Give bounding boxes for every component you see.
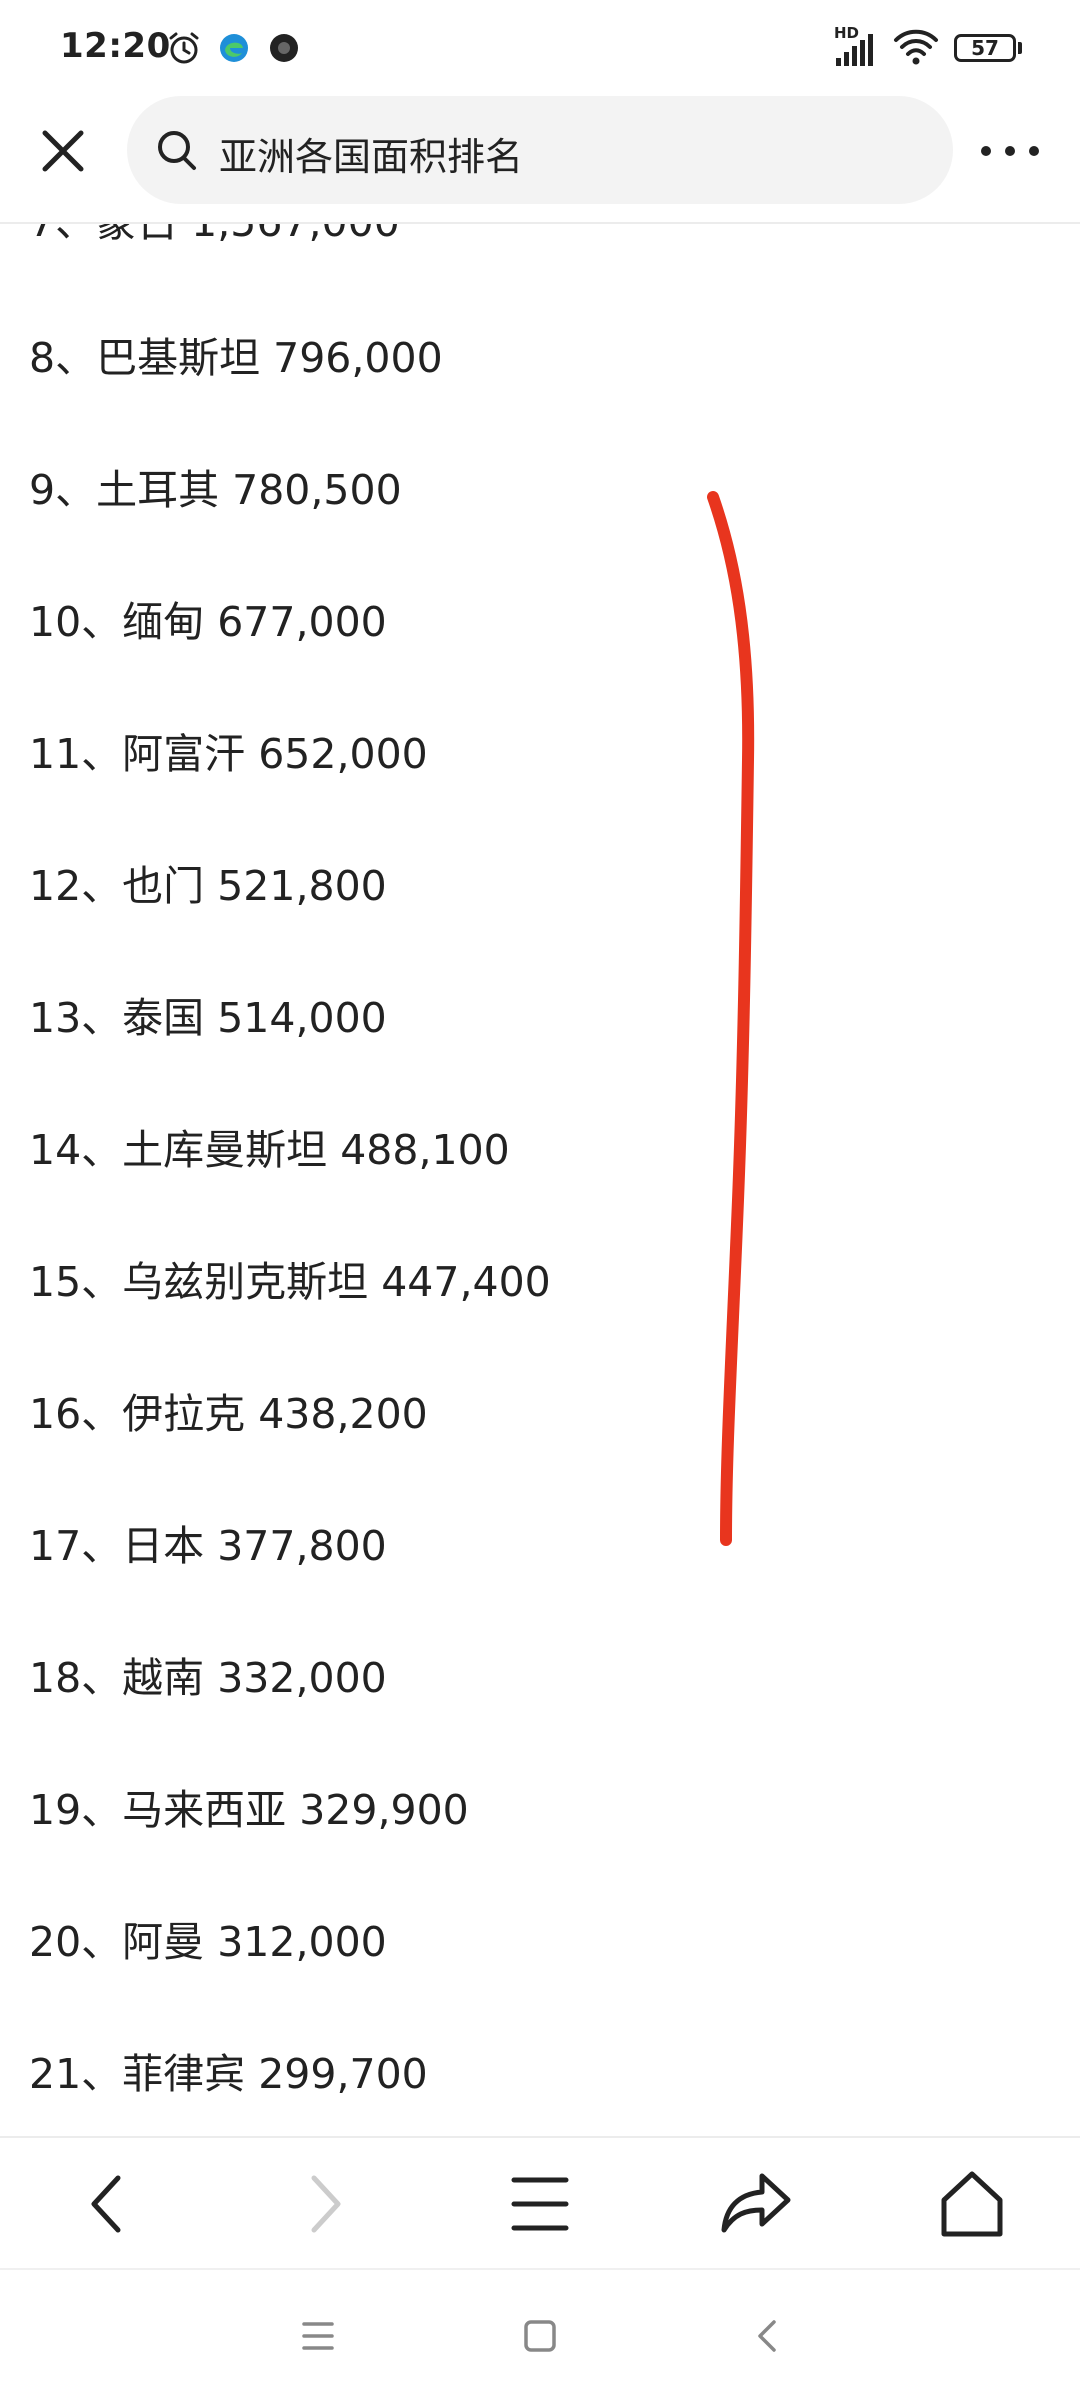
list-item: 21、菲律宾 299,700 [29, 2050, 428, 2098]
forward-button[interactable] [286, 2166, 362, 2242]
back-triangle-icon [758, 2320, 776, 2352]
list-item: 12、也门 521,800 [29, 862, 387, 910]
more-icon [981, 146, 1039, 156]
search-icon [153, 126, 203, 176]
list-item: 9、土耳其 780,500 [29, 466, 402, 514]
forward-icon [311, 2175, 341, 2233]
menu-icon [511, 2177, 569, 2231]
menu-button[interactable] [502, 2166, 578, 2242]
screen: 12:20 HD 57 亚洲各国面积排名 7、蒙古 1,567,000 8、巴基… [0, 0, 1080, 2400]
battery-tip [1018, 42, 1022, 54]
list-item: 18、越南 332,000 [29, 1654, 387, 1702]
browser-toolbar [0, 2136, 1080, 2270]
system-back-button[interactable] [742, 2310, 794, 2362]
recent-apps-icon [302, 2322, 334, 2350]
list-item: 20、阿曼 312,000 [29, 1918, 387, 1966]
app-notification-icon [268, 32, 300, 68]
home-icon [941, 2171, 1003, 2237]
back-button[interactable] [70, 2166, 146, 2242]
list-item: 16、伊拉克 438,200 [29, 1390, 428, 1438]
system-home-button[interactable] [514, 2310, 566, 2362]
close-icon [42, 130, 84, 172]
status-bar: 12:20 HD 57 [0, 0, 1080, 96]
back-icon [91, 2175, 121, 2233]
recent-apps-button[interactable] [292, 2310, 344, 2362]
wifi-icon [892, 26, 940, 72]
list-item: 13、泰国 514,000 [29, 994, 387, 1042]
alarm-icon [166, 30, 202, 70]
search-query: 亚洲各国面积排名 [219, 135, 524, 179]
list-item: 17、日本 377,800 [29, 1522, 387, 1570]
list-item: 19、马来西亚 329,900 [29, 1786, 469, 1834]
system-navigation-bar [0, 2268, 1080, 2400]
share-button[interactable] [718, 2166, 794, 2242]
battery-icon: 57 [954, 34, 1016, 62]
list-item: 11、阿富汗 652,000 [29, 730, 428, 778]
search-header: 亚洲各国面积排名 [0, 96, 1080, 224]
home-button[interactable] [934, 2166, 1010, 2242]
share-icon [721, 2173, 791, 2233]
list-item: 10、缅甸 677,000 [29, 598, 387, 646]
search-input[interactable]: 亚洲各国面积排名 [127, 96, 953, 204]
more-button[interactable] [972, 118, 1048, 184]
list-item: 15、乌兹别克斯坦 447,400 [29, 1258, 551, 1306]
list-item: 8、巴基斯坦 796,000 [29, 334, 443, 382]
status-time: 12:20 [60, 26, 171, 66]
close-button[interactable] [30, 118, 96, 184]
edge-browser-icon [218, 32, 250, 68]
home-square-icon [524, 2320, 556, 2352]
list-item: 7、蒙古 1,567,000 [29, 222, 400, 246]
list-item: 14、土库曼斯坦 488,100 [29, 1126, 510, 1174]
content-area[interactable]: 7、蒙古 1,567,000 8、巴基斯坦 796,000 9、土耳其 780,… [0, 222, 1080, 2136]
